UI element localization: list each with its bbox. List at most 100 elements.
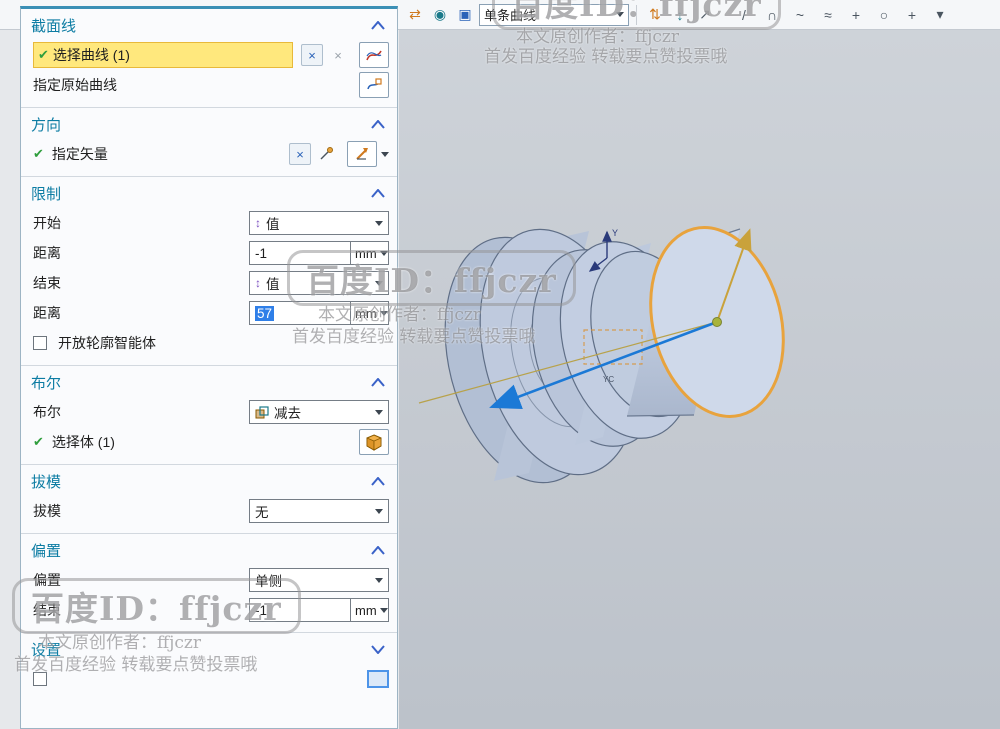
vector-dialog-button[interactable]: [347, 141, 377, 167]
deselect-icon[interactable]: ×: [327, 44, 349, 66]
select-body-row: ✔ 选择体 (1): [21, 427, 397, 457]
settings-partial-row: [21, 664, 397, 688]
boolean-group: 布尔 布尔 减去 ✔ 选择体 (1): [21, 365, 397, 464]
end-option-dropdown[interactable]: ↕ 值: [249, 271, 389, 295]
studio-spline-icon[interactable]: ≈: [817, 4, 839, 26]
end-distance-value: 57: [255, 305, 275, 321]
offset-end-row: 结束 -1 mm: [21, 595, 397, 625]
direction-header[interactable]: 方向: [21, 109, 397, 139]
end-unit-dropdown[interactable]: mm: [351, 301, 389, 325]
section-line-group: 截面线 ✔ 选择曲线 (1) × × 指定原始曲线: [21, 9, 397, 107]
settings-header[interactable]: 设置: [21, 634, 397, 664]
start-unit-dropdown[interactable]: mm: [351, 241, 389, 265]
vector-point-button[interactable]: [315, 143, 337, 165]
updown-icon[interactable]: ↕: [669, 4, 691, 26]
direction-group: 方向 ✔ 指定矢量 ×: [21, 107, 397, 176]
boolean-header[interactable]: 布尔: [21, 367, 397, 397]
body-cube-icon: [366, 433, 382, 451]
display-option-icon[interactable]: ◉: [429, 4, 451, 26]
offset-label: 偏置: [33, 572, 61, 588]
reverse-direction-icon[interactable]: ⇄: [404, 4, 426, 26]
chevron-down-icon: [375, 508, 383, 514]
direction-arrow-icon[interactable]: ↗: [694, 4, 716, 26]
chevron-down-icon: [379, 310, 388, 316]
unit-value: mm: [355, 245, 377, 261]
selection-filter-icon[interactable]: ×: [301, 44, 323, 66]
start-option-dropdown[interactable]: ↕ 值: [249, 211, 389, 235]
chevron-down-icon[interactable]: [371, 644, 385, 654]
start-row: 开始 ↕ 值: [21, 208, 397, 238]
boolean-dropdown[interactable]: 减去: [249, 400, 389, 424]
curve-rule-value: 单条曲线: [484, 8, 537, 23]
chevron-down-icon[interactable]: [381, 151, 389, 157]
offset-unit-dropdown[interactable]: mm: [351, 598, 389, 622]
chevron-up-icon[interactable]: [371, 377, 385, 387]
check-icon: ✔: [33, 146, 44, 161]
point-icon[interactable]: +: [845, 4, 867, 26]
graphics-viewport[interactable]: Y YC: [399, 30, 1000, 729]
start-option-value: 值: [266, 217, 280, 232]
section-title: 布尔: [31, 374, 62, 392]
select-body-button[interactable]: [359, 429, 389, 455]
line-icon[interactable]: /: [733, 4, 755, 26]
end-label: 结束: [33, 275, 61, 291]
unit-value: mm: [355, 305, 377, 321]
more-icon[interactable]: ▾: [929, 4, 951, 26]
distance-label: 距离: [33, 305, 61, 321]
specify-vector-row: ✔ 指定矢量 ×: [21, 139, 397, 169]
select-curve-field[interactable]: ✔ 选择曲线 (1): [33, 42, 293, 68]
curve-rule-dropdown[interactable]: 单条曲线: [479, 3, 629, 26]
offset-value: 单侧: [255, 574, 282, 589]
solid-body-icon[interactable]: ▣: [454, 4, 476, 26]
section-line-header[interactable]: 截面线: [21, 10, 397, 40]
circle-icon[interactable]: ○: [873, 4, 895, 26]
boolean-row: 布尔 减去: [21, 397, 397, 427]
section-title: 限制: [31, 185, 62, 203]
plus-icon[interactable]: +: [901, 4, 923, 26]
limits-header[interactable]: 限制: [21, 178, 397, 208]
selection-filter-icon[interactable]: ×: [289, 143, 311, 165]
value-option-icon: ↕: [255, 276, 261, 290]
settings-checkbox[interactable]: [33, 672, 47, 686]
draft-dropdown[interactable]: 无: [249, 499, 389, 523]
boolean-label: 布尔: [33, 404, 61, 420]
extrude-dialog: 截面线 ✔ 选择曲线 (1) × × 指定原始曲线 方向 ✔ 指定矢量 × 限制…: [20, 6, 398, 729]
chevron-up-icon[interactable]: [371, 188, 385, 198]
specify-vector-label: 指定矢量: [51, 146, 108, 162]
select-body-label: 选择体 (1): [51, 434, 115, 450]
open-profile-checkbox[interactable]: [33, 336, 47, 350]
chevron-up-icon[interactable]: [371, 20, 385, 30]
chevron-down-icon: [375, 409, 383, 415]
original-curve-button[interactable]: [359, 72, 389, 98]
start-label: 开始: [33, 215, 61, 231]
offset-header[interactable]: 偏置: [21, 535, 397, 565]
value-option-icon: ↕: [255, 216, 261, 230]
settings-group: 设置: [21, 632, 397, 695]
chevron-down-icon: [616, 12, 624, 17]
spline-icon[interactable]: ~: [789, 4, 811, 26]
swap-updown-icon[interactable]: ⇅: [644, 4, 666, 26]
vector-arrow-icon: [356, 148, 368, 160]
drag-handle-ball: [712, 317, 722, 327]
draft-header[interactable]: 拔模: [21, 466, 397, 496]
offset-dropdown[interactable]: 单侧: [249, 568, 389, 592]
original-curve-row: 指定原始曲线: [21, 70, 397, 100]
offset-group: 偏置 偏置 单侧 结束 -1 mm: [21, 533, 397, 632]
chevron-up-icon[interactable]: [371, 545, 385, 555]
end-distance-input[interactable]: 57: [249, 301, 351, 325]
chevron-up-icon[interactable]: [371, 119, 385, 129]
select-curve-row: ✔ 选择曲线 (1) × ×: [21, 40, 397, 70]
offset-end-input[interactable]: -1: [249, 598, 351, 622]
section-title: 设置: [31, 641, 62, 659]
chevron-up-icon[interactable]: [371, 476, 385, 486]
end-row: 结束 ↕ 值: [21, 268, 397, 298]
model-canvas: Y YC: [418, 226, 785, 484]
open-profile-row: 开放轮廓智能体: [21, 328, 397, 358]
focused-control[interactable]: [367, 670, 389, 688]
start-distance-input[interactable]: -1: [249, 241, 351, 265]
curve-rule-button[interactable]: [359, 42, 389, 68]
arc-icon[interactable]: ∩: [761, 4, 783, 26]
axis-yc-label: YC: [603, 375, 614, 384]
check-icon: ✔: [38, 47, 49, 62]
original-curve-icon: [367, 78, 382, 90]
